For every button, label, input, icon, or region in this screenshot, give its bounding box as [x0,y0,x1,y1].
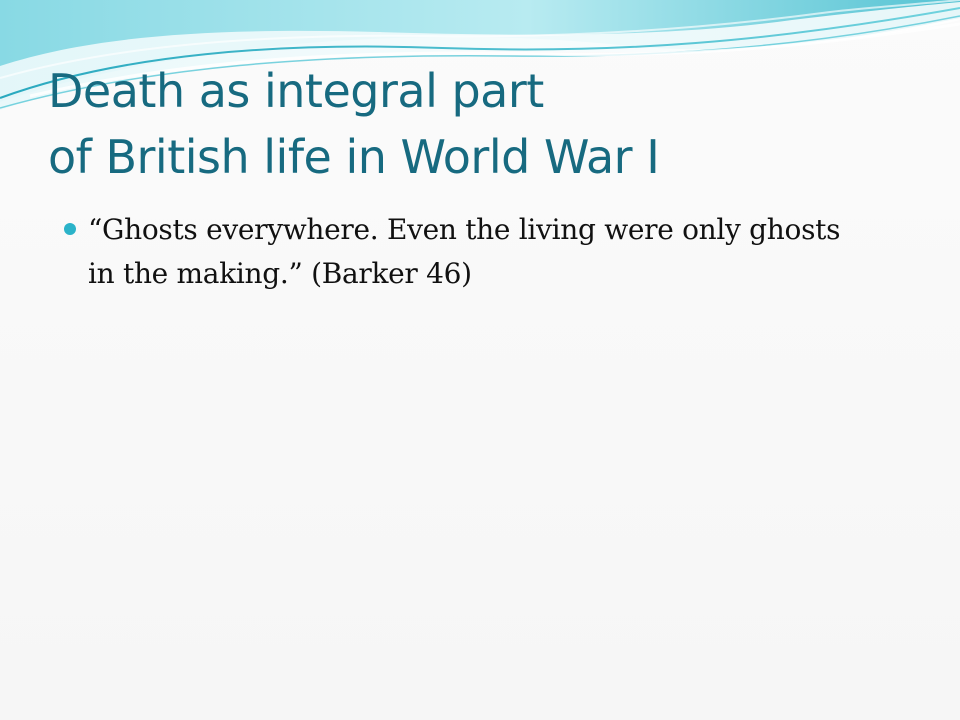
slide-title-line-2: of British life in World War I [48,130,660,184]
slide-title-line-1: Death as integral part [48,64,544,118]
slide-title: Death as integral part of British life i… [48,58,928,190]
bullet-dot-icon [64,223,76,235]
bullet-text-line-1: “Ghosts everywhere. Even the living were… [88,213,841,246]
bullet-item-1: “Ghosts everywhere. Even the living were… [64,208,914,296]
bullet-list: “Ghosts everywhere. Even the living were… [64,208,914,296]
slide: Death as integral part of British life i… [0,0,960,720]
bullet-text-line-2: in the making.” (Barker 46) [88,257,472,290]
